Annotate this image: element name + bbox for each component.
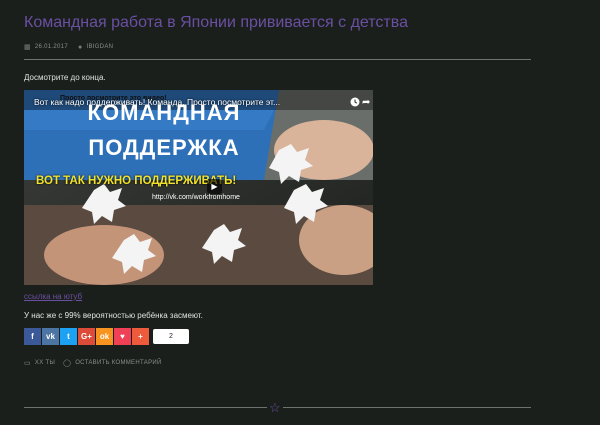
video-embed[interactable]: Просто посмотрите это видео! Вот как над… — [24, 90, 373, 285]
user-icon: ● — [77, 43, 83, 51]
banner-line-2: ПОДДЕРЖКА — [88, 135, 240, 160]
folder-icon: ▭ — [24, 360, 31, 367]
more-share-button[interactable]: + — [132, 328, 149, 345]
post-author[interactable]: IBIGDAN — [86, 44, 113, 50]
pocket-share-button[interactable]: ♥ — [114, 328, 131, 345]
odnoklassniki-share-button[interactable]: ok — [96, 328, 113, 345]
post-category[interactable]: ХХ ТЫ — [35, 360, 55, 366]
post-body-text: У нас же с 99% вероятностью ребёнка засм… — [24, 311, 203, 320]
vk-share-button[interactable]: vk — [42, 328, 59, 345]
google-plus-share-button[interactable]: G+ — [78, 328, 95, 345]
youtube-link[interactable]: ссылка на ютуб — [24, 292, 82, 301]
share-bar: f vk t G+ ok ♥ +2 — [24, 328, 189, 345]
post-date[interactable]: 26.01.2017 — [35, 44, 68, 50]
play-icon[interactable]: ▶ — [207, 179, 222, 194]
post-intro: Досмотрите до конца. — [24, 73, 106, 82]
calendar-icon: ▦ — [24, 44, 31, 51]
banner-line-1: КОМАНДНАЯ — [87, 100, 241, 125]
share-count: 2 — [153, 329, 189, 344]
star-icon: ☆ — [267, 400, 283, 415]
leave-comment-link[interactable]: ОСТАВИТЬ КОММЕНТАРИЙ — [75, 360, 161, 366]
comment-icon: ◯ — [63, 360, 72, 367]
facebook-share-button[interactable]: f — [24, 328, 41, 345]
banner-url: http://vk.com/workfromhome — [152, 194, 240, 201]
twitter-share-button[interactable]: t — [60, 328, 77, 345]
watch-later-icon[interactable] — [350, 97, 360, 107]
post-title[interactable]: Командная работа в Японии прививается с … — [24, 14, 408, 32]
share-arrow-icon[interactable]: ➦ — [362, 97, 370, 108]
divider-top — [24, 59, 531, 60]
post-meta: ▦ 26.01.2017 ● IBIGDAN — [24, 43, 113, 52]
post-footer-meta: ▭ ХХ ТЫ ◯ ОСТАВИТЬ КОММЕНТАРИЙ — [24, 359, 162, 367]
